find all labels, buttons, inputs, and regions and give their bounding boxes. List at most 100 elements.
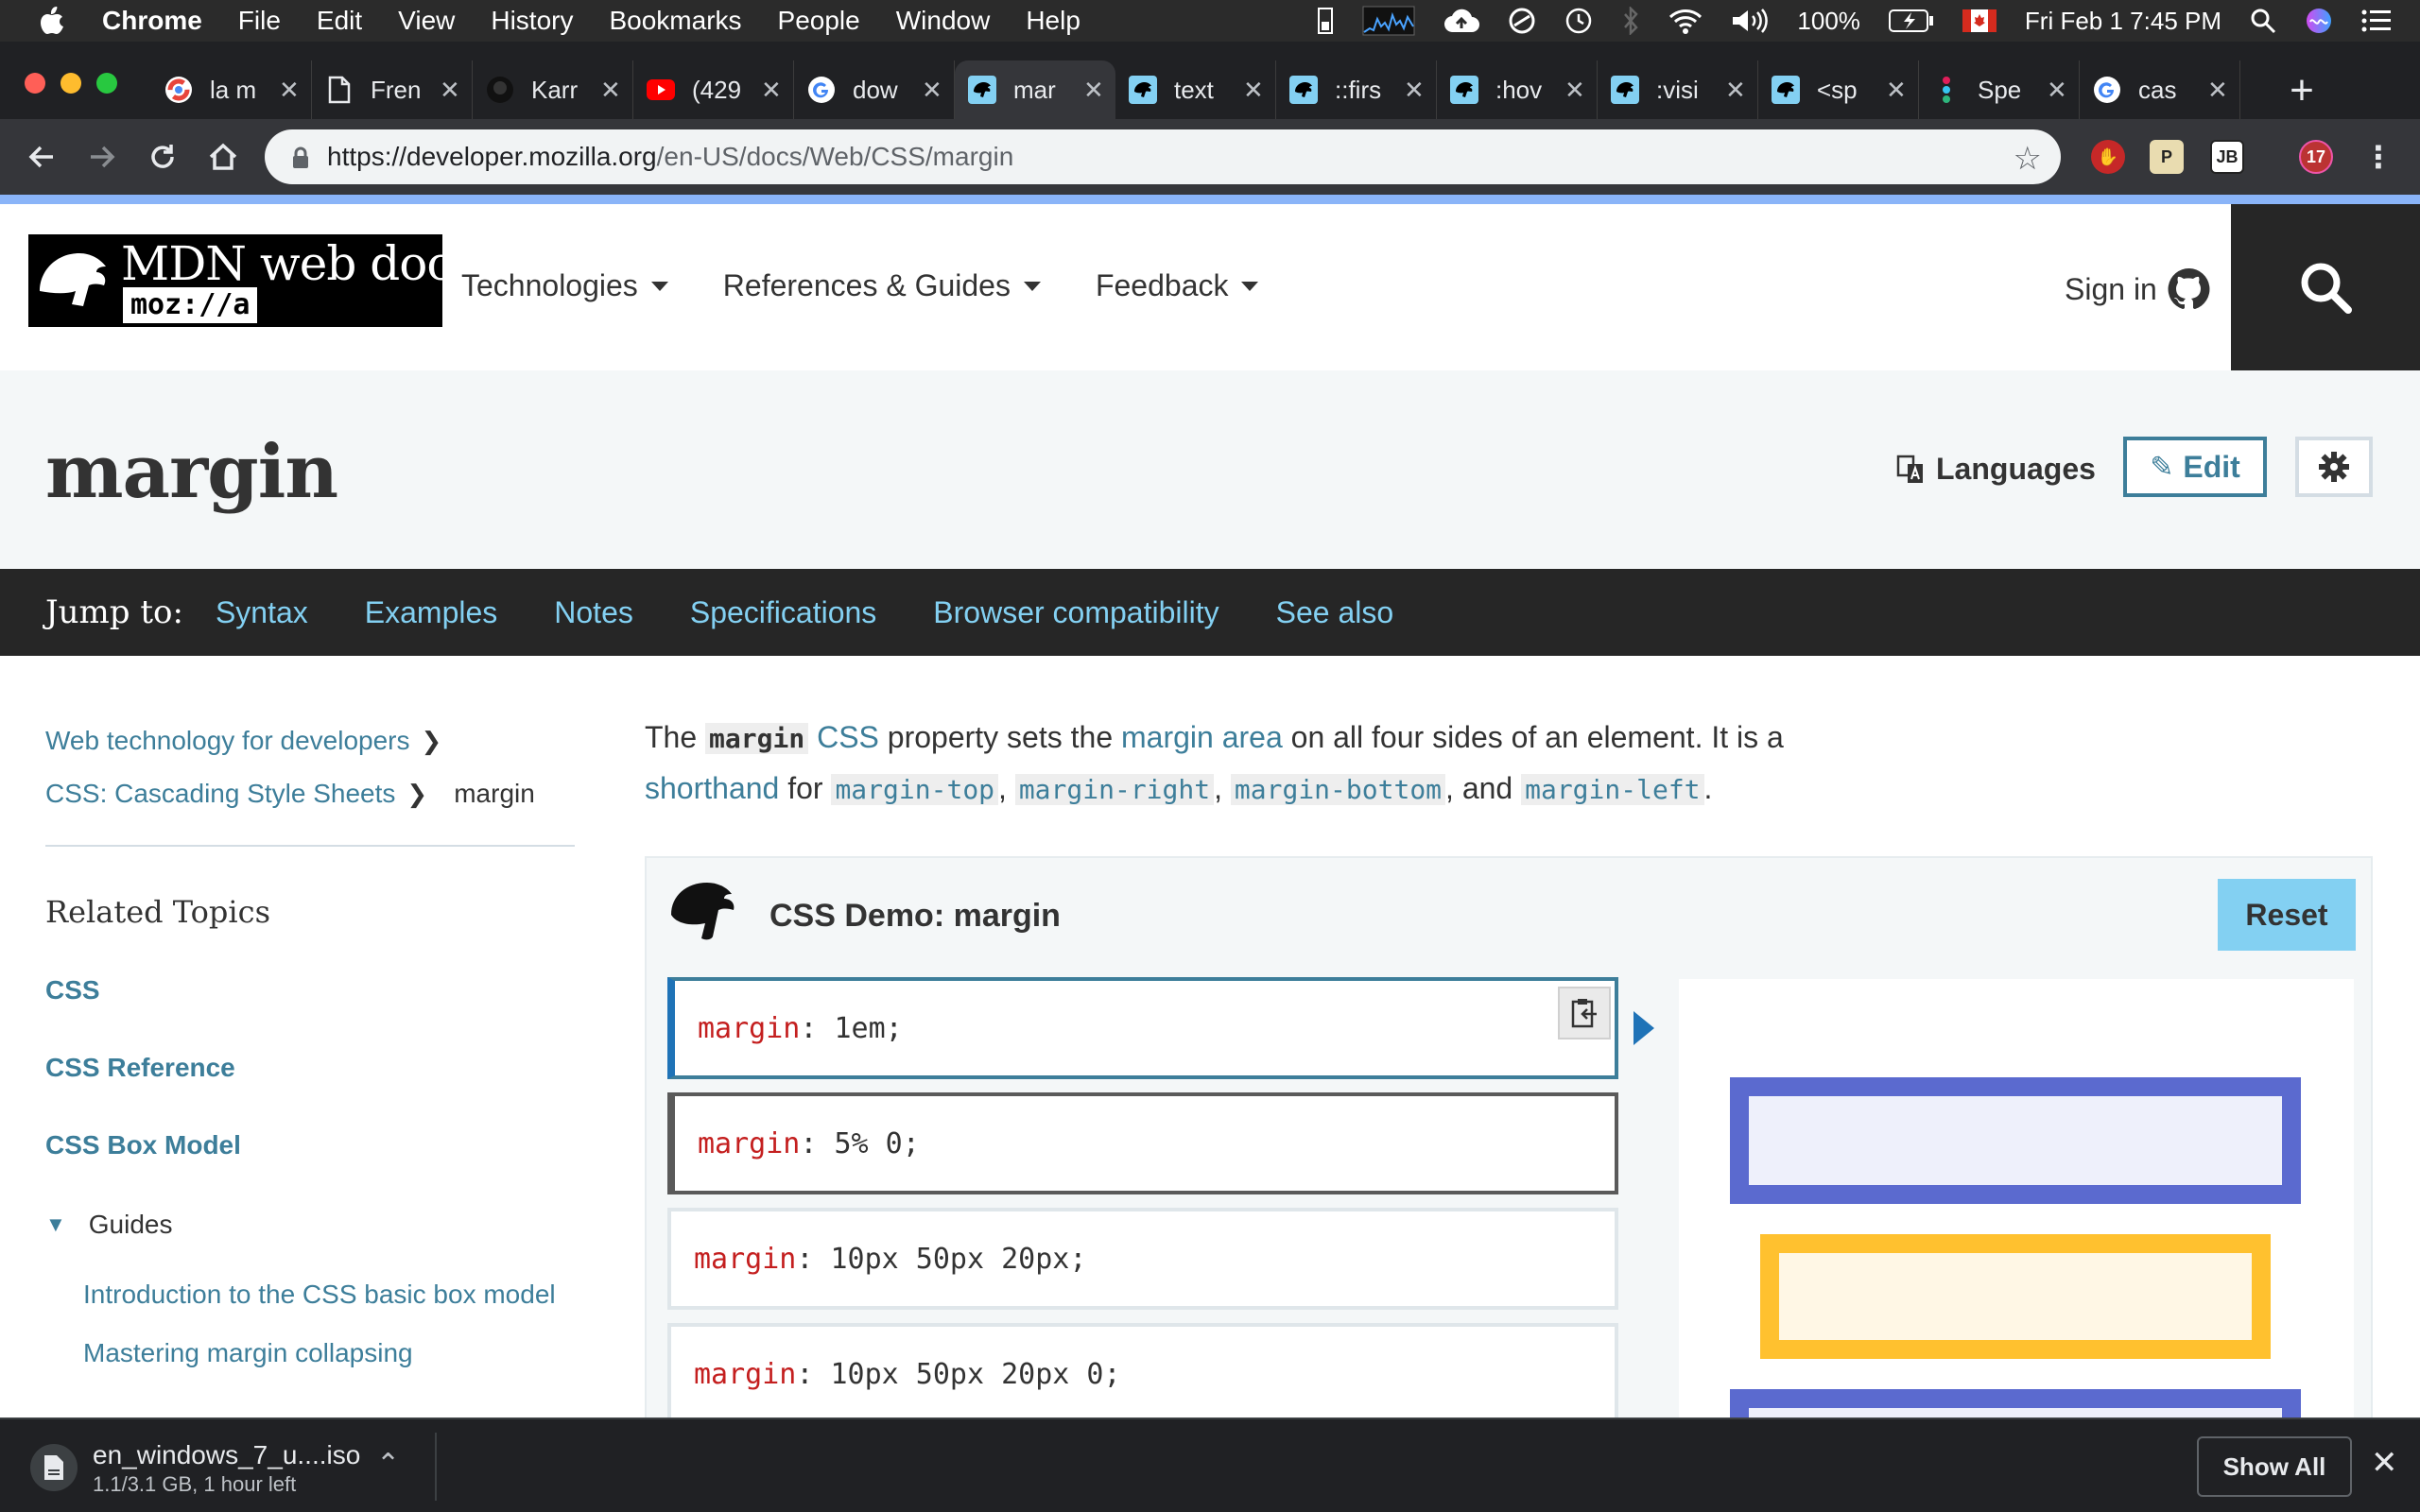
menu-bookmarks[interactable]: Bookmarks: [609, 6, 741, 36]
browser-tab[interactable]: :hov ✕: [1437, 60, 1598, 119]
sidebar-link-css-reference[interactable]: CSS Reference: [45, 1053, 235, 1083]
do-not-disturb-icon[interactable]: [1508, 7, 1536, 35]
demo-choice-selected[interactable]: margin: 1em;: [667, 977, 1618, 1079]
menu-file[interactable]: File: [238, 6, 281, 36]
menu-window[interactable]: Window: [896, 6, 991, 36]
bluetooth-icon[interactable]: [1621, 7, 1640, 35]
download-file-icon[interactable]: [30, 1444, 78, 1491]
extension-badge-icon[interactable]: 17: [2299, 140, 2333, 174]
close-icon[interactable]: ✕: [2371, 1444, 2398, 1482]
minimize-window-button[interactable]: [60, 73, 81, 94]
browser-tab[interactable]: Spe ✕: [1919, 60, 2080, 119]
menu-app-name[interactable]: Chrome: [102, 6, 202, 36]
spotlight-search-icon[interactable]: [2250, 8, 2276, 34]
edit-button[interactable]: ✎ Edit: [2123, 437, 2267, 497]
close-icon[interactable]: ✕: [1083, 76, 1104, 105]
nav-references-guides[interactable]: References & Guides: [723, 268, 1041, 303]
memory-gauge-icon[interactable]: [1317, 7, 1334, 35]
jump-link-specifications[interactable]: Specifications: [690, 595, 876, 630]
mdn-logo[interactable]: MDN web docs moz://a: [28, 234, 476, 327]
guide-link-margin-collapsing[interactable]: Mastering margin collapsing: [83, 1338, 413, 1368]
nav-feedback[interactable]: Feedback: [1096, 268, 1259, 303]
canada-flag-icon[interactable]: [1962, 9, 1996, 32]
browser-tab[interactable]: text ✕: [1115, 60, 1276, 119]
extension-jb-icon[interactable]: JB: [2210, 140, 2244, 174]
demo-choice[interactable]: margin: 10px 50px 20px;: [667, 1208, 1618, 1310]
download-filename[interactable]: en_windows_7_u....iso: [93, 1440, 360, 1470]
extension-p-icon[interactable]: P: [2150, 140, 2184, 174]
copy-clipboard-icon[interactable]: [1558, 987, 1611, 1040]
browser-tab[interactable]: dow ✕: [794, 60, 955, 119]
breadcrumb-link-css[interactable]: CSS: Cascading Style Sheets: [45, 779, 395, 809]
link-shorthand[interactable]: shorthand: [645, 771, 779, 805]
close-icon[interactable]: ✕: [1725, 76, 1746, 105]
close-icon[interactable]: ✕: [1886, 76, 1907, 105]
guide-link-intro-box-model[interactable]: Introduction to the CSS basic box model: [83, 1280, 556, 1310]
jump-link-see-also[interactable]: See also: [1276, 595, 1394, 630]
show-all-downloads-button[interactable]: Show All: [2197, 1436, 2352, 1497]
sidebar-link-css[interactable]: CSS: [45, 975, 100, 1005]
site-search-button[interactable]: [2231, 204, 2420, 370]
bookmark-star-icon[interactable]: ☆: [2014, 140, 2042, 178]
browser-tab[interactable]: ::firs ✕: [1276, 60, 1437, 119]
jump-link-syntax[interactable]: Syntax: [216, 595, 308, 630]
jump-link-notes[interactable]: Notes: [554, 595, 633, 630]
close-icon[interactable]: ✕: [2047, 76, 2067, 105]
close-icon[interactable]: ✕: [600, 76, 621, 105]
menu-edit[interactable]: Edit: [317, 6, 362, 36]
jump-link-browser-compatibility[interactable]: Browser compatibility: [933, 595, 1219, 630]
link-margin-top[interactable]: margin-top: [831, 774, 999, 805]
browser-tab[interactable]: la m ✕: [151, 60, 312, 119]
apple-icon[interactable]: [40, 7, 66, 35]
close-icon[interactable]: ✕: [279, 76, 300, 105]
link-css[interactable]: CSS: [817, 720, 879, 754]
browser-tab[interactable]: :visi ✕: [1598, 60, 1758, 119]
browser-tab[interactable]: cas ✕: [2080, 60, 2240, 119]
close-icon[interactable]: ✕: [440, 76, 460, 105]
time-machine-icon[interactable]: [1564, 7, 1593, 35]
sign-in-link[interactable]: Sign in: [2065, 266, 2212, 312]
clock[interactable]: Fri Feb 1 7:45 PM: [2025, 7, 2221, 36]
close-window-button[interactable]: [25, 73, 45, 94]
link-margin-right[interactable]: margin-right: [1014, 774, 1215, 805]
zoom-window-button[interactable]: [96, 73, 117, 94]
more-options-icon[interactable]: ⋮: [2361, 140, 2395, 174]
reset-button[interactable]: Reset: [2218, 879, 2356, 951]
close-icon[interactable]: ✕: [1404, 76, 1425, 105]
wifi-icon[interactable]: [1668, 8, 1703, 34]
cloud-upload-icon[interactable]: [1443, 8, 1480, 34]
browser-tab[interactable]: (429 ✕: [633, 60, 794, 119]
menu-history[interactable]: History: [491, 6, 573, 36]
browser-tab[interactable]: Karr ✕: [473, 60, 633, 119]
siri-icon[interactable]: [2305, 7, 2333, 35]
browser-tab[interactable]: Fren ✕: [312, 60, 473, 119]
menu-help[interactable]: Help: [1026, 6, 1080, 36]
forward-arrow-icon[interactable]: [81, 136, 123, 178]
close-icon[interactable]: ✕: [761, 76, 782, 105]
adblock-stop-icon[interactable]: ✋: [2091, 140, 2125, 174]
reload-icon[interactable]: [142, 136, 183, 178]
menu-people[interactable]: People: [778, 6, 860, 36]
browser-tab-active[interactable]: mar ✕: [955, 60, 1115, 119]
back-arrow-icon[interactable]: [21, 136, 62, 178]
activity-graph-icon[interactable]: [1362, 6, 1415, 36]
close-icon[interactable]: ✕: [1243, 76, 1264, 105]
home-icon[interactable]: [202, 136, 244, 178]
link-margin-bottom[interactable]: margin-bottom: [1230, 774, 1446, 805]
address-bar[interactable]: https://developer.mozilla.org/en-US/docs…: [265, 129, 2061, 184]
link-margin-area[interactable]: margin area: [1121, 720, 1283, 754]
close-icon[interactable]: ✕: [2207, 76, 2228, 105]
battery-charging-icon[interactable]: [1888, 9, 1934, 33]
volume-icon[interactable]: [1731, 8, 1769, 34]
nav-technologies[interactable]: Technologies: [461, 268, 668, 303]
jump-link-examples[interactable]: Examples: [365, 595, 498, 630]
sidebar-link-css-box-model[interactable]: CSS Box Model: [45, 1130, 241, 1160]
settings-button[interactable]: [2295, 437, 2373, 497]
guides-toggle[interactable]: ▼ Guides: [45, 1210, 173, 1240]
link-margin-left[interactable]: margin-left: [1521, 774, 1704, 805]
notification-center-icon[interactable]: [2361, 9, 2392, 33]
new-tab-button[interactable]: +: [2280, 70, 2324, 113]
lock-icon[interactable]: [291, 146, 310, 168]
close-icon[interactable]: ✕: [922, 76, 942, 105]
close-icon[interactable]: ✕: [1564, 76, 1585, 105]
